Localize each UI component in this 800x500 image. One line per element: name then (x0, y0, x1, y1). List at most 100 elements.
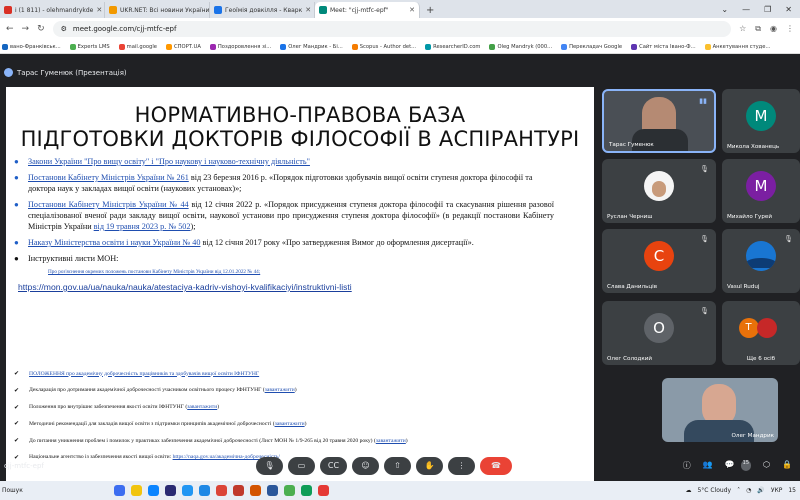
edge-icon[interactable] (148, 485, 159, 496)
download-link[interactable]: завантажити (187, 404, 217, 410)
language-indicator[interactable]: УКР (771, 487, 783, 494)
bookmark-item[interactable]: Анкетування студе... (704, 43, 770, 50)
participant-tile[interactable]: 🎙 Vasul Ruduj (722, 229, 800, 293)
app-icon[interactable] (318, 485, 329, 496)
resolution-261-link[interactable]: Постанови Кабінету Міністрів України № 2… (28, 173, 189, 182)
star-icon[interactable]: ☆ (739, 24, 746, 34)
bookmark-item[interactable]: вано-Франківськ... (2, 43, 61, 50)
bookmark-item[interactable]: ResearcherID.com (425, 43, 480, 50)
acrobat-icon[interactable] (233, 485, 244, 496)
bookmark-item[interactable]: Oleg Mandryk (000... (489, 43, 552, 50)
instructive-letter-link[interactable]: Про роз'яснення окремих положень постано… (48, 267, 554, 278)
browser-tab-3[interactable]: Геоїмія довкілля - Кварк ✕ (210, 2, 315, 18)
clock[interactable]: 15 (788, 487, 796, 494)
more-participants-tile[interactable]: T Ще 6 осіб (722, 301, 800, 365)
file-explorer-icon[interactable] (131, 485, 142, 496)
camera-button[interactable]: ▭ (288, 456, 315, 475)
bookmark-item[interactable]: Scopus - Author det... (351, 43, 416, 50)
bookmark-item[interactable]: Олег Мандрик - Бі... (280, 43, 343, 50)
back-icon[interactable]: ← (6, 24, 14, 34)
order-40-link[interactable]: Наказу Міністерства освіти і науки Украї… (28, 238, 200, 247)
bookmark-item[interactable]: Сайт міста Івано-Ф... (631, 43, 696, 50)
download-link[interactable]: завантажити (376, 438, 406, 444)
participant-name: Тарас Гуменюк (609, 142, 654, 148)
powerpoint-icon[interactable] (250, 485, 261, 496)
browser-tab-1[interactable]: і (1 811) - olehmandrykde ✕ (0, 2, 105, 18)
taskbar: Пошук ☁ 5°C Cloudy ˄ ◔ 🔊 УКР 15 (0, 481, 800, 500)
mic-button[interactable]: 🎙 (256, 456, 283, 475)
emoji-button[interactable]: ☺ (352, 456, 379, 475)
bookmark-item[interactable]: mail.google (118, 43, 157, 50)
close-tab-icon[interactable]: ✕ (409, 6, 415, 14)
list-item: ● Інструктивні листи МОН: (14, 254, 119, 263)
tray-arrow-icon[interactable]: ˄ (737, 487, 740, 494)
activities-icon[interactable]: ⬡ (763, 460, 770, 471)
taskbar-search[interactable]: Пошук (2, 487, 23, 494)
reload-icon[interactable]: ↻ (37, 24, 45, 34)
browser-tab-2[interactable]: UKR.NET: Всі новини України✕ (105, 2, 210, 18)
chat-icon[interactable]: 💬 (725, 460, 735, 471)
participant-video-body (632, 129, 688, 151)
new-tab-button[interactable]: + (420, 2, 440, 18)
participant-tile[interactable]: 🎙 Руслан Черниш (602, 159, 716, 223)
maximize-icon[interactable]: ❐ (764, 5, 771, 14)
resolution-502-link[interactable]: від 19 травня 2023 р. № 502 (94, 222, 191, 231)
tab-label: UKR.NET: Всі новини України (120, 6, 210, 14)
participant-tile[interactable]: M Михайло Гурей (722, 159, 800, 223)
captions-button[interactable]: CC (320, 456, 347, 475)
bookmarks-bar: вано-Франківськ... Experts LMS mail.google… (0, 40, 800, 54)
bookmark-label: Перекладач Google (569, 43, 623, 50)
download-link[interactable]: завантажити (265, 387, 295, 393)
zoom-icon[interactable] (182, 485, 193, 496)
close-window-icon[interactable]: ✕ (785, 5, 792, 14)
avatar-photo (644, 170, 674, 201)
item-text: ) (294, 387, 297, 394)
network-icon[interactable]: ◔ (746, 487, 751, 494)
meet-control-bar: cjj-mtfc-epf 🎙 ▭ CC ☺ ⇧ ✋ ⋮ ☎ ⓘ 👥 💬 15 ⬡ … (0, 450, 800, 481)
system-tray: ☁ 5°C Cloudy ˄ ◔ 🔊 УКР 15 (685, 487, 796, 494)
chrome-icon[interactable] (301, 485, 312, 496)
menu-icon[interactable]: ⋮ (786, 24, 794, 34)
info-icon[interactable]: ⓘ (683, 460, 691, 471)
bookmark-item[interactable]: Поздоровлення зі... (209, 43, 271, 50)
close-tab-icon[interactable]: ✕ (305, 6, 311, 14)
mon-url-link[interactable]: https://mon.gov.ua/ua/nauka/nauka/atesta… (18, 282, 554, 293)
bookmark-favicon-icon (704, 43, 711, 50)
extensions-icon[interactable]: ⧉ (755, 24, 761, 34)
people-icon[interactable]: 👥 (703, 460, 713, 471)
bookmark-item[interactable]: Experts LMS (69, 43, 110, 50)
weather-text[interactable]: 5°C Cloudy (697, 487, 731, 494)
host-controls-icon[interactable]: 🔒 (782, 460, 792, 471)
bookmark-item[interactable]: СПОРТ.UA (165, 43, 201, 50)
site-info-icon[interactable]: ⚙ (61, 25, 67, 33)
leave-call-button[interactable]: ☎ (480, 456, 512, 475)
download-link[interactable]: завантажити (275, 421, 305, 427)
forward-icon[interactable]: → (22, 24, 30, 34)
close-tab-icon[interactable]: ✕ (96, 6, 102, 14)
self-view-tile[interactable]: Олег Мандрик (662, 378, 778, 442)
participant-tile[interactable]: С 🎙 Слава Данильців (602, 229, 716, 293)
present-button[interactable]: ⇧ (384, 456, 411, 475)
volume-icon[interactable]: 🔊 (757, 487, 764, 494)
resolution-44-link[interactable]: Постанови Кабінету Міністрів України № 4… (28, 200, 189, 209)
participant-tile[interactable]: М Микола Хованець (722, 89, 800, 153)
bookmark-item[interactable]: Перекладач Google (561, 43, 623, 50)
participant-tile[interactable]: О 🎙 Олег Солодкий (602, 301, 716, 365)
word-icon[interactable] (267, 485, 278, 496)
integrity-regulation-link[interactable]: ПОЛОЖЕННЯ про академічну доброчесність п… (29, 371, 259, 377)
app-icon[interactable] (284, 485, 295, 496)
participant-tile-video[interactable]: ▮▮ Тарас Гуменюк (602, 89, 716, 153)
task-view-icon[interactable] (114, 485, 125, 496)
raise-hand-button[interactable]: ✋ (416, 456, 443, 475)
browser-tab-meet[interactable]: Meet: "cjj-mtfc-epf" ✕ (315, 2, 420, 18)
bookmark-favicon-icon (280, 43, 287, 50)
minimize-icon[interactable]: — (742, 5, 750, 14)
app-icon[interactable] (165, 485, 176, 496)
more-options-button[interactable]: ⋮ (448, 456, 475, 475)
app-icon[interactable] (199, 485, 210, 496)
laws-link[interactable]: Закони України "Про вищу освіту" і "Про … (28, 156, 310, 167)
tab-search-icon[interactable]: ⌄ (721, 5, 728, 14)
profile-icon[interactable]: ◉ (770, 24, 777, 34)
url-bar[interactable]: ⚙ meet.google.com/cjj-mtfc-epf (52, 21, 732, 37)
chrome-icon[interactable] (216, 485, 227, 496)
